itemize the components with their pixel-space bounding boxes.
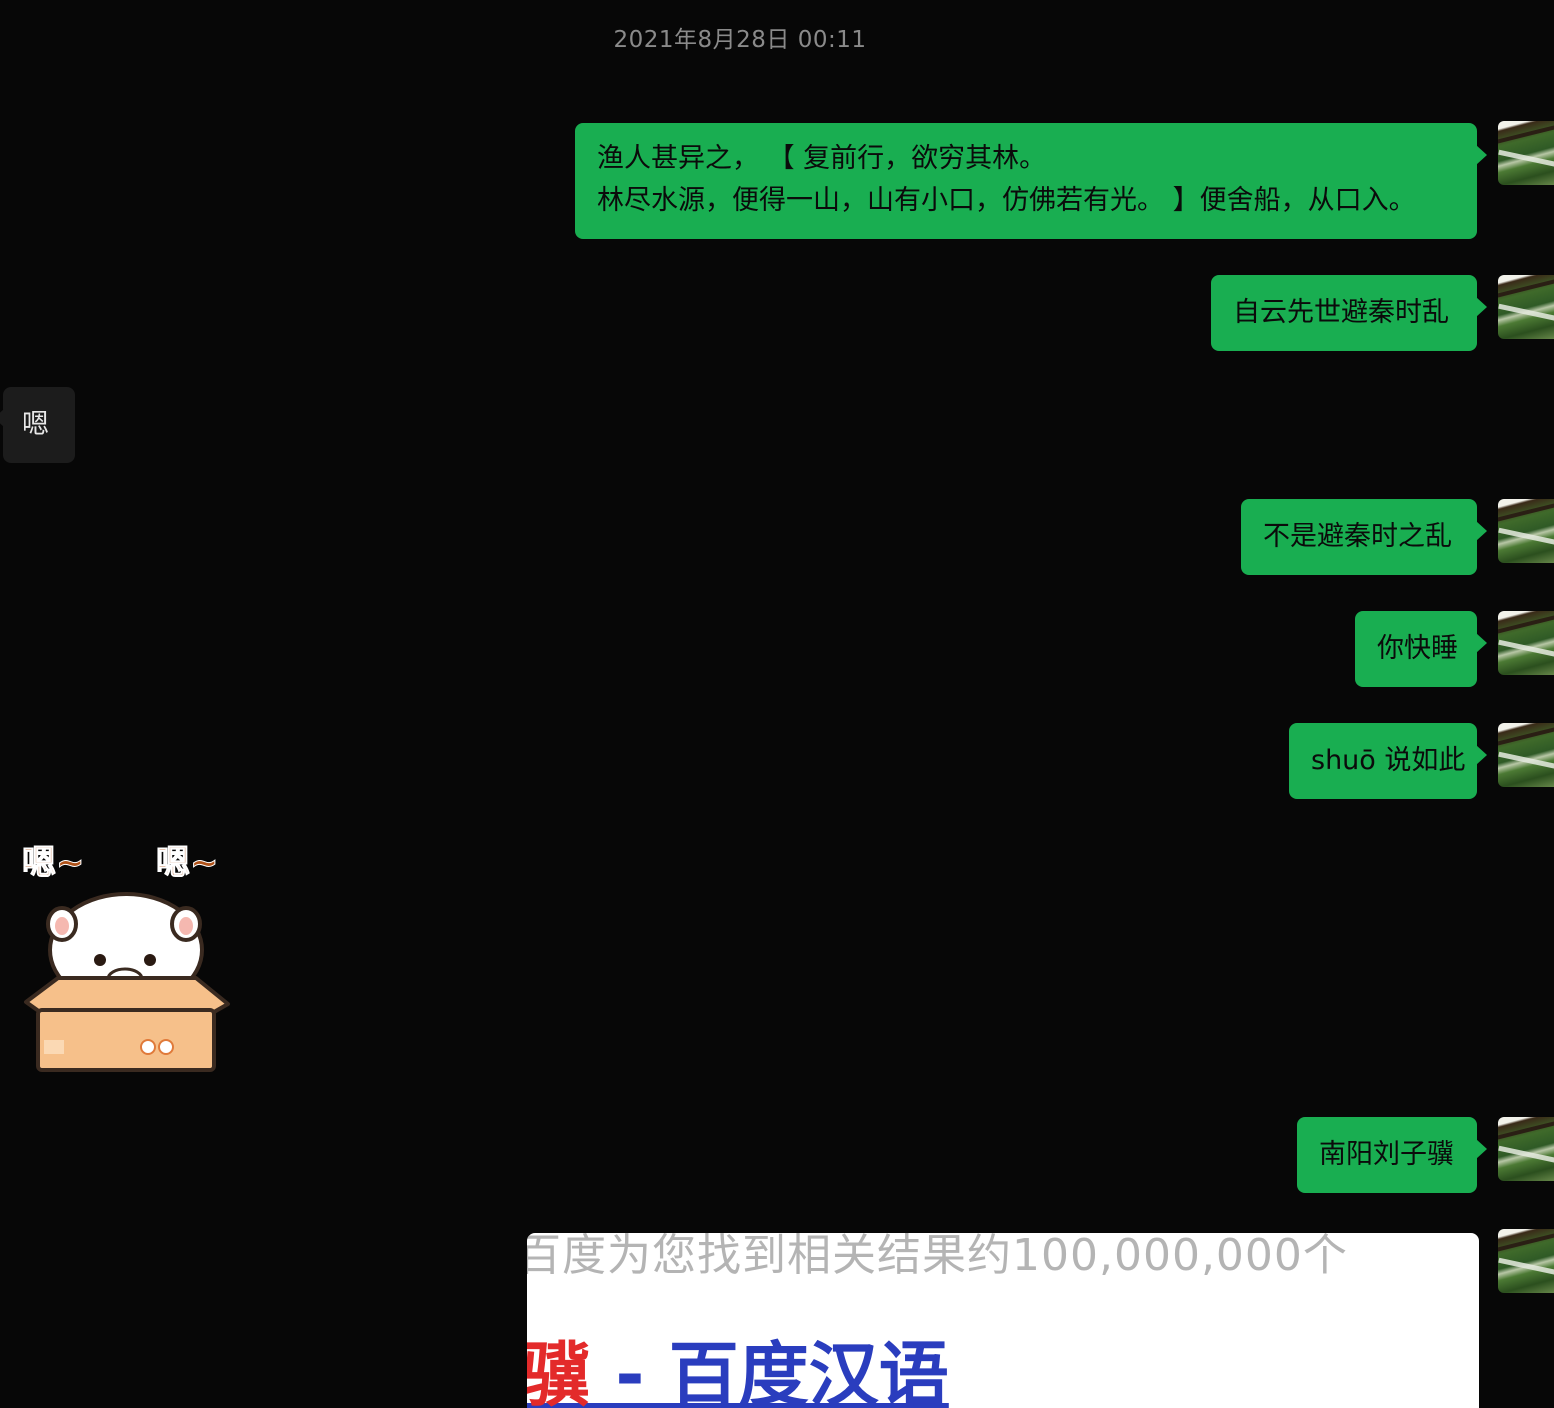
avatar[interactable]	[1498, 1229, 1554, 1293]
message-text: shuō 说如此	[1311, 745, 1466, 776]
message-text: 不是避秦时之乱	[1263, 521, 1452, 552]
message-bubble-outgoing[interactable]: 自云先世避秦时乱	[1211, 275, 1487, 351]
sticker-caption-right: 嗯~	[156, 843, 219, 883]
pig-in-box-sticker-image: 嗯~ 嗯~	[22, 843, 230, 1072]
message-bubble-outgoing[interactable]: shuō 说如此	[1289, 723, 1487, 799]
message-bubble-outgoing[interactable]: 渔人甚异之， 【 复前行，欲穷其林。 林尽水源，便得一山，山有小口，仿佛若有光。…	[575, 123, 1487, 239]
screenshot-link: 骥 - 百度汉语	[527, 1319, 949, 1408]
message-text-line: 林尽水源，便得一山，山有小口，仿佛若有光。 】便舍船，从口入。	[597, 185, 1416, 216]
screenshot-result-count-text: 百度为您找到相关结果约100,000,000个	[527, 1233, 1348, 1281]
avatar[interactable]	[1498, 1117, 1554, 1181]
avatar[interactable]	[1498, 275, 1554, 339]
sticker-caption-left: 嗯~	[22, 843, 85, 883]
avatar[interactable]	[1498, 723, 1554, 787]
message-text: 你快睡	[1377, 633, 1458, 664]
avatar[interactable]	[1498, 611, 1554, 675]
message-text: 自云先世避秦时乱	[1233, 297, 1449, 328]
screenshot-link-text: - 百度汉语	[591, 1334, 949, 1408]
message-text: 嗯	[22, 409, 49, 440]
message-text-line: 渔人甚异之， 【 复前行，欲穷其林。	[597, 143, 1047, 174]
message-bubble-outgoing[interactable]: 南阳刘子骥	[1297, 1117, 1487, 1193]
screenshot-link-highlight: 骥	[527, 1334, 591, 1408]
message-text: 南阳刘子骥	[1319, 1139, 1454, 1170]
shared-screenshot-image[interactable]: 百度为您找到相关结果约100,000,000个 骥 - 百度汉语	[527, 1233, 1479, 1408]
message-bubble-incoming[interactable]: 嗯	[0, 387, 75, 463]
message-bubble-outgoing[interactable]: 不是避秦时之乱	[1241, 499, 1487, 575]
chat-timestamp: 2021年8月28日 00:11	[613, 27, 867, 53]
avatar[interactable]	[1498, 499, 1554, 563]
message-bubble-outgoing[interactable]: 你快睡	[1355, 611, 1487, 687]
avatar[interactable]	[1498, 121, 1554, 185]
sticker[interactable]: 嗯~ 嗯~	[18, 832, 238, 1082]
